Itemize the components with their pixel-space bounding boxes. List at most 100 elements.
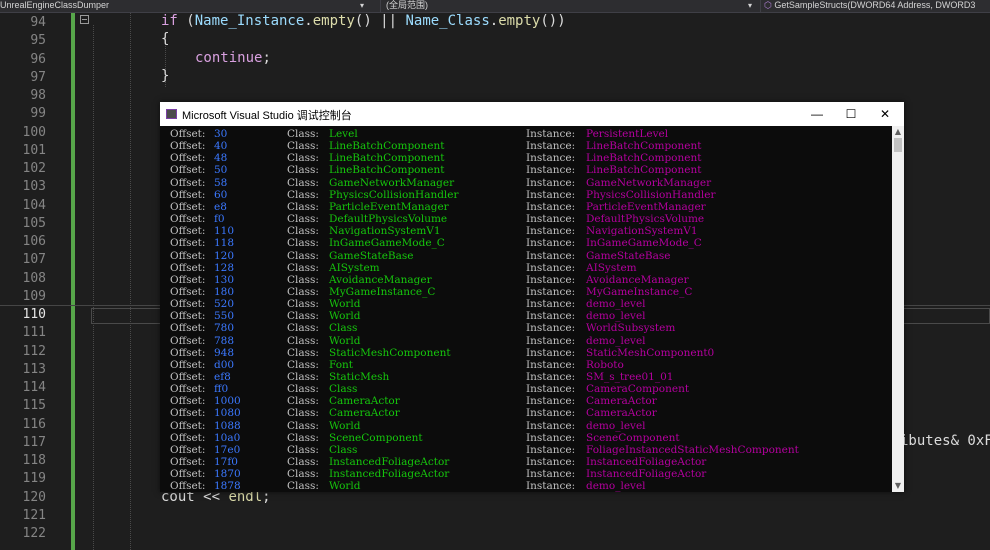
offset-label: Offset: [170, 200, 206, 213]
line-number: 114 [22, 380, 46, 395]
instance-value: StaticMeshComponent0 [586, 346, 715, 359]
instance-label: Instance: [526, 310, 576, 323]
instance-value: AISystem [586, 261, 637, 274]
class-label: Class: [287, 383, 319, 396]
offset-value: 1878 [214, 480, 241, 492]
offset-label: Offset: [170, 261, 206, 274]
console-output[interactable]: Offset: 30 Class: Level Instance: PersistentL… [160, 126, 892, 492]
indent-guide [93, 25, 94, 550]
line-number: 105 [22, 215, 46, 231]
offset-value: 17f0 [214, 456, 238, 469]
scope-dropdown[interactable]: (全局范围) ▾ [386, 0, 756, 12]
minimize-button[interactable]: — [800, 102, 834, 126]
class-value: Class [329, 443, 358, 456]
offset-label: Offset: [170, 249, 206, 262]
instance-value: SceneComponent [586, 431, 680, 444]
line-number: 103 [22, 179, 46, 195]
offset-label: Offset: [170, 395, 206, 408]
instance-label: Instance: [526, 164, 576, 177]
offset-value: e8 [214, 200, 227, 213]
offset-label: Offset: [170, 358, 206, 371]
line-number: 108 [22, 270, 46, 286]
console-title-bar[interactable]: Microsoft Visual Studio 调试控制台 — ☐ ✕ [160, 102, 904, 126]
offset-value: ef8 [214, 371, 231, 383]
class-value: World [329, 334, 361, 347]
class-value: World [329, 480, 361, 492]
offset-value: 120 [214, 249, 235, 262]
line-number: 104 [22, 197, 46, 213]
offset-label: Offset: [170, 298, 206, 311]
line-number: 121 [22, 507, 46, 523]
instance-label: Instance: [526, 419, 576, 432]
maximize-button[interactable]: ☐ [834, 102, 868, 126]
class-label: Class: [287, 237, 319, 250]
line-number: 101 [22, 142, 46, 158]
line-number: 112 [22, 343, 46, 359]
scroll-down-icon[interactable]: ▼ [892, 480, 904, 492]
instance-label: Instance: [526, 407, 576, 420]
offset-value: 780 [214, 322, 235, 335]
instance-label: Instance: [526, 261, 576, 274]
close-button[interactable]: ✕ [868, 102, 902, 126]
offset-value: 60 [214, 188, 228, 201]
instance-value: LineBatchComponent [586, 152, 702, 165]
instance-value: AvoidanceManager [586, 273, 689, 286]
instance-label: Instance: [526, 213, 576, 226]
line-number: 94 [30, 15, 46, 30]
offset-label: Offset: [170, 346, 206, 359]
console-scrollbar[interactable]: ▲ ▼ [892, 126, 904, 492]
project-dropdown[interactable]: UnrealEngineClassDumper ▾ [0, 0, 370, 12]
indent-guide [130, 13, 131, 550]
collapse-icon[interactable] [80, 15, 89, 24]
scrollbar-thumb[interactable] [894, 138, 902, 152]
instance-value: GameNetworkManager [586, 176, 712, 189]
offset-value: 128 [214, 261, 235, 274]
instance-label: Instance: [526, 285, 576, 298]
class-value: GameStateBase [329, 249, 414, 262]
offset-label: Offset: [170, 431, 206, 444]
instance-value: ParticleEventManager [586, 200, 706, 213]
offset-value: 40 [214, 140, 228, 153]
line-number: 95 [30, 33, 46, 49]
class-value: World [329, 310, 361, 323]
class-label: Class: [287, 371, 319, 383]
code-line-97: } [161, 68, 170, 84]
console-title: Microsoft Visual Studio 调试控制台 [182, 110, 352, 122]
instance-label: Instance: [526, 346, 576, 359]
line-number: 97 [30, 69, 46, 85]
instance-value: LineBatchComponent [586, 140, 702, 153]
instance-label: Instance: [526, 273, 576, 286]
instance-label: Instance: [526, 249, 576, 262]
offset-label: Offset: [170, 334, 206, 347]
instance-label: Instance: [526, 383, 576, 396]
class-value: AvoidanceManager [329, 273, 432, 286]
class-value: CameraActor [329, 407, 400, 420]
class-label: Class: [287, 261, 319, 274]
line-number: 107 [22, 252, 46, 268]
class-value: SceneComponent [329, 431, 423, 444]
instance-label: Instance: [526, 468, 576, 481]
offset-label: Offset: [170, 322, 206, 335]
class-value: Class [329, 322, 358, 335]
offset-label: Offset: [170, 152, 206, 165]
instance-value: CameraActor [586, 395, 657, 408]
instance-value: NavigationSystemV1 [586, 225, 698, 238]
offset-value: 58 [214, 176, 228, 189]
offset-value: 30 [214, 128, 228, 140]
debug-console-window[interactable]: Microsoft Visual Studio 调试控制台 — ☐ ✕ Offs… [160, 102, 904, 492]
offset-value: 180 [214, 285, 235, 298]
member-dropdown[interactable]: ⬡ GetSampleStructs(DWORD64 Address, DWOR… [764, 0, 990, 12]
instance-value: CameraComponent [586, 383, 690, 396]
instance-value: MyGameInstance_C [586, 285, 693, 298]
offset-label: Offset: [170, 407, 206, 420]
class-label: Class: [287, 456, 319, 469]
line-number: 119 [22, 471, 46, 487]
code-line-96: continue; [195, 50, 271, 66]
instance-label: Instance: [526, 128, 576, 140]
class-value: GameNetworkManager [329, 176, 455, 189]
offset-label: Offset: [170, 188, 206, 201]
class-label: Class: [287, 164, 319, 177]
scroll-up-icon[interactable]: ▲ [892, 126, 904, 138]
instance-label: Instance: [526, 371, 576, 383]
instance-label: Instance: [526, 140, 576, 153]
